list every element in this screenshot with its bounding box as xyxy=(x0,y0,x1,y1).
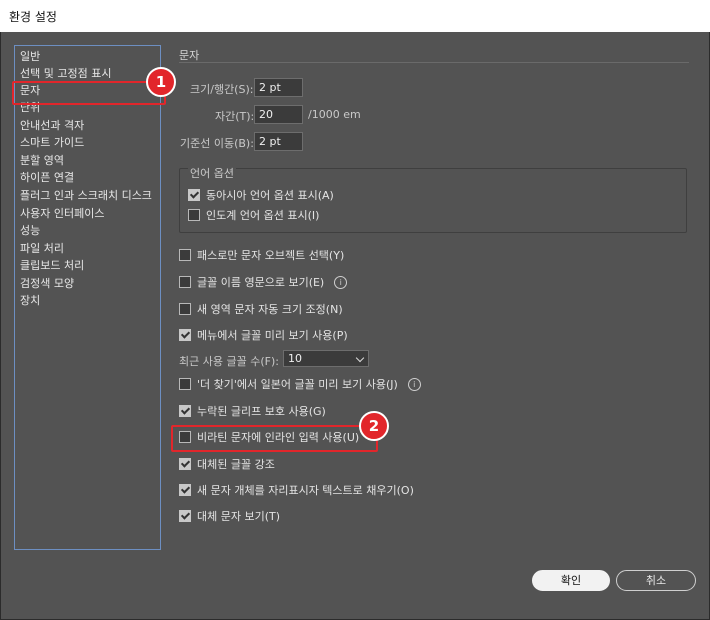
recent-fonts-select[interactable]: 10 xyxy=(283,350,369,367)
font-preview-menu-checkbox[interactable]: 메뉴에서 글꼴 미리 보기 사용(P) xyxy=(179,327,348,343)
checkbox-icon[interactable] xyxy=(188,209,200,221)
japanese-font-preview-label: '더 찾기'에서 일본어 글꼴 미리 보기 사용(J) xyxy=(197,378,398,391)
sidebar-item-clipboard[interactable]: 클립보드 처리 xyxy=(20,257,84,274)
checkbox-checked-icon[interactable] xyxy=(179,458,191,470)
checkbox-checked-icon[interactable] xyxy=(188,189,200,201)
checkbox-checked-icon[interactable] xyxy=(179,329,191,341)
baseline-shift-input[interactable] xyxy=(254,132,303,151)
checkbox-icon[interactable] xyxy=(179,378,191,390)
tracking-label: 자간(T): xyxy=(215,110,255,123)
size-leading-label: 크기/행간(S): xyxy=(190,83,254,96)
show-alternate-glyphs-label: 대체 문자 보기(T) xyxy=(197,510,281,523)
indic-options-label: 인도계 언어 옵션 표시(I) xyxy=(206,209,320,222)
font-names-english-checkbox[interactable]: 글꼴 이름 영문으로 보기(E) i xyxy=(179,274,348,290)
sidebar-item-plugins-scratch-disks[interactable]: 플러그 인과 스크래치 디스크 xyxy=(20,187,152,204)
step-badge-2: 2 xyxy=(359,411,389,441)
tracking-input[interactable] xyxy=(254,105,303,124)
sidebar-item-slices[interactable]: 분할 영역 xyxy=(20,152,64,169)
section-divider xyxy=(179,62,689,63)
step-badge-1: 1 xyxy=(146,67,176,97)
japanese-font-preview-checkbox[interactable]: '더 찾기'에서 일본어 글꼴 미리 보기 사용(J) i xyxy=(179,376,421,392)
info-icon[interactable]: i xyxy=(334,275,348,289)
indic-options-checkbox[interactable]: 인도계 언어 옵션 표시(I) xyxy=(188,207,319,223)
language-options-title: 언어 옵션 xyxy=(188,165,236,181)
sidebar-item-black-appearance[interactable]: 검정색 모양 xyxy=(20,275,74,292)
auto-size-area-type-label: 새 영역 문자 자동 크기 조정(N) xyxy=(197,303,343,316)
checkbox-icon[interactable] xyxy=(179,303,191,315)
east-asian-options-label: 동아시아 언어 옵션 표시(A) xyxy=(206,189,334,202)
sidebar-item-hyphenation[interactable]: 하이픈 연결 xyxy=(20,169,74,186)
tracking-unit: /1000 em xyxy=(308,108,361,121)
missing-glyph-protection-label: 누락된 글리프 보호 사용(G) xyxy=(197,405,326,418)
checkbox-icon[interactable] xyxy=(179,431,191,443)
checkbox-checked-icon[interactable] xyxy=(179,484,191,496)
fill-placeholder-text-label: 새 문자 개체를 자리표시자 텍스트로 채우기(O) xyxy=(197,484,414,497)
inline-input-non-latin-label: 비라틴 문자에 인라인 입력 사용(U) xyxy=(197,431,360,444)
highlight-substituted-fonts-label: 대체된 글꼴 강조 xyxy=(197,458,275,471)
chevron-down-icon xyxy=(355,353,365,363)
sidebar-item-selection-anchor-display[interactable]: 선택 및 고정점 표시 xyxy=(20,65,111,82)
missing-glyph-protection-checkbox[interactable]: 누락된 글리프 보호 사용(G) xyxy=(179,403,326,419)
select-by-path-only-checkbox[interactable]: 패스로만 문자 오브젝트 선택(Y) xyxy=(179,247,344,263)
sidebar-item-general[interactable]: 일반 xyxy=(20,48,40,65)
checkbox-checked-icon[interactable] xyxy=(179,405,191,417)
sidebar-item-user-interface[interactable]: 사용자 인터페이스 xyxy=(20,205,104,222)
recent-fonts-value: 10 xyxy=(288,352,302,365)
cancel-button[interactable]: 취소 xyxy=(616,570,696,591)
sidebar-item-performance[interactable]: 성능 xyxy=(20,222,40,239)
sidebar-item-devices[interactable]: 장치 xyxy=(20,292,40,309)
info-icon[interactable]: i xyxy=(407,377,421,391)
show-alternate-glyphs-checkbox[interactable]: 대체 문자 보기(T) xyxy=(179,508,280,524)
checkbox-icon[interactable] xyxy=(179,249,191,261)
size-leading-input[interactable] xyxy=(254,78,303,97)
sidebar-item-file-handling[interactable]: 파일 처리 xyxy=(20,240,64,257)
checkbox-icon[interactable] xyxy=(179,276,191,288)
select-by-path-only-label: 패스로만 문자 오브젝트 선택(Y) xyxy=(197,249,345,262)
sidebar-item-units[interactable]: 단위 xyxy=(20,99,40,116)
sidebar-item-type[interactable]: 문자 xyxy=(20,82,40,99)
sidebar-item-guides-grid[interactable]: 안내선과 격자 xyxy=(20,117,84,134)
ok-button[interactable]: 확인 xyxy=(532,570,610,591)
preferences-dialog: 일반 선택 및 고정점 표시 문자 단위 안내선과 격자 스마트 가이드 분할 … xyxy=(1,32,709,619)
font-preview-menu-label: 메뉴에서 글꼴 미리 보기 사용(P) xyxy=(197,329,348,342)
fill-placeholder-text-checkbox[interactable]: 새 문자 개체를 자리표시자 텍스트로 채우기(O) xyxy=(179,482,414,498)
window-title: 환경 설정 xyxy=(9,10,57,24)
highlight-substituted-fonts-checkbox[interactable]: 대체된 글꼴 강조 xyxy=(179,456,275,472)
category-list[interactable]: 일반 선택 및 고정점 표시 문자 단위 안내선과 격자 스마트 가이드 분할 … xyxy=(14,45,161,550)
auto-size-area-type-checkbox[interactable]: 새 영역 문자 자동 크기 조정(N) xyxy=(179,301,343,317)
section-title: 문자 xyxy=(179,49,200,62)
baseline-shift-label: 기준선 이동(B): xyxy=(180,137,254,150)
title-bar: 환경 설정 xyxy=(0,0,710,32)
recent-fonts-label: 최근 사용 글꼴 수(F): xyxy=(179,355,279,368)
font-names-english-label: 글꼴 이름 영문으로 보기(E) xyxy=(197,276,325,289)
checkbox-checked-icon[interactable] xyxy=(179,510,191,522)
sidebar-item-smart-guides[interactable]: 스마트 가이드 xyxy=(20,134,84,151)
inline-input-non-latin-checkbox[interactable]: 비라틴 문자에 인라인 입력 사용(U) xyxy=(179,429,359,445)
east-asian-options-checkbox[interactable]: 동아시아 언어 옵션 표시(A) xyxy=(188,187,334,203)
